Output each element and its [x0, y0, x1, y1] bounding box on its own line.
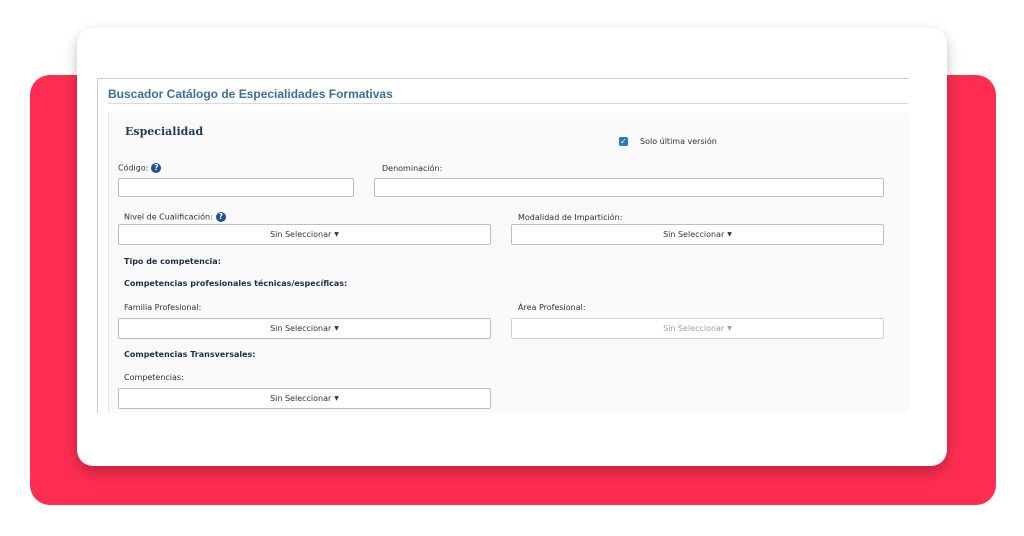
modalidad-label: Modalidad de Impartición: [518, 213, 623, 222]
familia-label: Familia Profesional: [124, 303, 202, 312]
tipo-competencia-heading: Tipo de competencia: [124, 257, 221, 266]
screenshot-card: Buscador Catálogo de Especialidades Form… [77, 28, 947, 466]
caret-down-icon: ▼ [727, 325, 732, 332]
title-divider [108, 103, 908, 104]
competencias-tecnicas-heading: Competencias profesionales técnicas/espe… [124, 279, 348, 288]
codigo-input[interactable] [118, 178, 354, 197]
caret-down-icon: ▼ [334, 325, 339, 332]
page-title: Buscador Catálogo de Especialidades Form… [108, 87, 393, 101]
checkbox-label: Solo última versión [640, 137, 717, 146]
competencias-dropdown[interactable]: Sin Seleccionar ▼ [118, 388, 491, 409]
caret-down-icon: ▼ [334, 395, 339, 402]
checkbox-checked[interactable]: ✓ [619, 137, 628, 146]
competencias-label: Competencias: [124, 373, 184, 382]
familia-dropdown[interactable]: Sin Seleccionar ▼ [118, 318, 491, 339]
area-label: Área Profesional: [518, 303, 586, 312]
specialty-form: Especialidad ✓ Solo última versión Códig… [108, 113, 909, 413]
latest-version-toggle[interactable]: ✓ Solo última versión [619, 137, 717, 146]
denominacion-label: Denominación: [382, 164, 443, 173]
caret-down-icon: ▼ [727, 231, 732, 238]
search-panel: Buscador Catálogo de Especialidades Form… [97, 78, 909, 413]
nivel-dropdown[interactable]: Sin Seleccionar ▼ [118, 224, 491, 245]
caret-down-icon: ▼ [334, 231, 339, 238]
codigo-label: Código:? [118, 163, 162, 173]
nivel-label: Nivel de Cualificación:? [124, 212, 226, 222]
question-circle-icon[interactable]: ? [151, 163, 162, 173]
denominacion-input[interactable] [374, 178, 884, 197]
section-title: Especialidad [125, 125, 204, 138]
question-circle-icon[interactable]: ? [215, 212, 226, 222]
area-dropdown[interactable]: Sin Seleccionar ▼ [511, 318, 884, 339]
competencias-transversales-heading: Competencias Transversales: [124, 350, 256, 359]
modalidad-dropdown[interactable]: Sin Seleccionar ▼ [511, 224, 884, 245]
